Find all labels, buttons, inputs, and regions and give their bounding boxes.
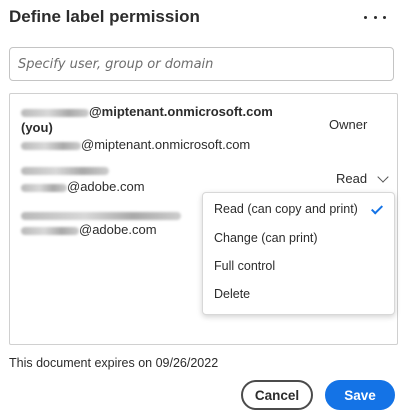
redacted-text: [21, 108, 89, 117]
role-option-full-control[interactable]: Full control: [203, 252, 394, 280]
expiration-text: This document expires on 09/26/2022: [9, 356, 219, 370]
owner-role-label: Owner: [329, 117, 368, 132]
role-option-read[interactable]: Read (can copy and print): [203, 195, 394, 223]
redacted-text: [21, 166, 109, 175]
user-row-1-name: @miptenant.onmicrosoft.com: [21, 104, 273, 119]
cancel-button[interactable]: Cancel: [241, 380, 313, 410]
you-tag: (you): [21, 120, 53, 135]
role-dropdown-value: Read: [336, 171, 368, 186]
role-dropdown-trigger[interactable]: Read: [336, 170, 389, 186]
user-row-2-name: [21, 162, 109, 177]
more-options-icon[interactable]: [364, 9, 386, 25]
redacted-text: [21, 183, 67, 192]
role-option-change[interactable]: Change (can print): [203, 224, 394, 252]
redacted-text: [21, 141, 81, 150]
user-row-3-name: [21, 207, 181, 222]
role-dropdown-menu: Read (can copy and print) Change (can pr…: [202, 192, 395, 315]
redacted-text: [21, 226, 79, 235]
role-option-delete[interactable]: Delete: [203, 280, 394, 308]
user-row-3-email: @adobe.com: [21, 222, 157, 237]
user-row-1-email: @miptenant.onmicrosoft.com: [21, 137, 250, 152]
redacted-text: [21, 211, 181, 220]
user-search-input[interactable]: [9, 47, 394, 81]
checkmark-icon: [370, 202, 384, 215]
user-row-2-email: @adobe.com: [21, 179, 145, 194]
chevron-down-icon: [377, 170, 389, 183]
save-button[interactable]: Save: [325, 380, 395, 410]
dialog-title: Define label permission: [9, 7, 200, 26]
